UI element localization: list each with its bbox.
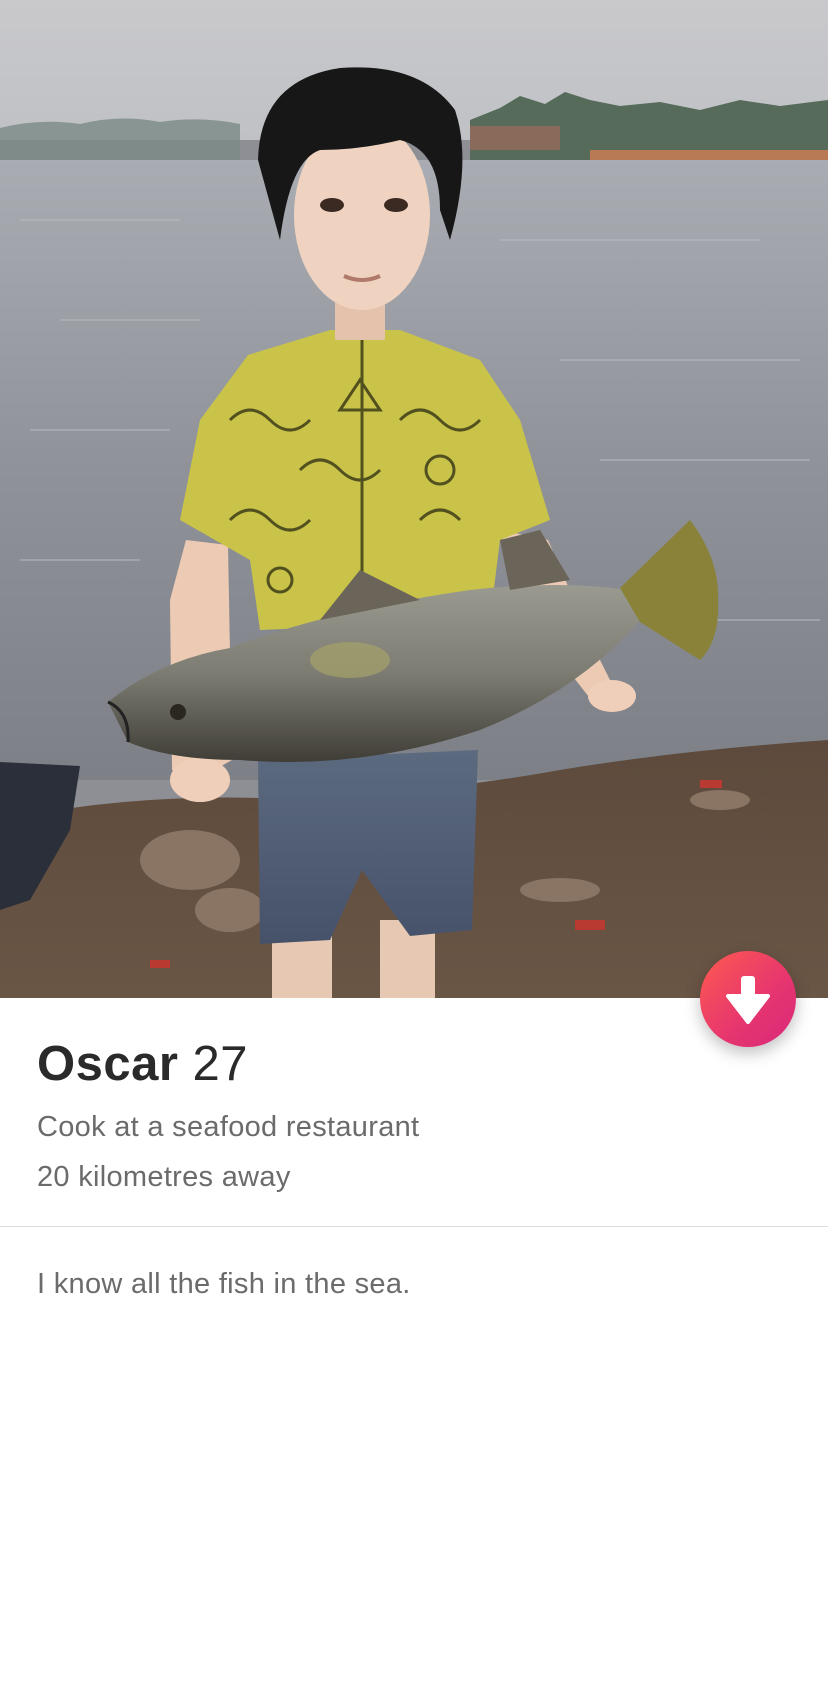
profile-screen: Oscar 27 Cook at a seafood restaurant 20 … [0,0,828,1707]
island-building [470,126,560,150]
profile-photo[interactable] [0,0,828,998]
right-eye [384,198,408,212]
collapse-profile-button[interactable] [700,951,796,1047]
profile-age: 27 [192,1037,248,1091]
right-hand [588,680,636,712]
profile-info-card: Oscar 27 Cook at a seafood restaurant 20 … [0,998,828,1707]
profile-name: Oscar [37,1037,179,1091]
profile-distance: 20 kilometres away [37,1161,291,1193]
left-eye [320,198,344,212]
name-age-heading: Oscar 27 [37,1036,248,1092]
far-treeline [0,118,240,160]
divider [0,1226,828,1227]
profile-job: Cook at a seafood restaurant [37,1111,420,1143]
arrow-down-icon [726,976,770,1024]
left-hand [170,758,230,802]
profile-bio: I know all the fish in the sea. [37,1268,411,1300]
photo-illustration [0,0,828,998]
